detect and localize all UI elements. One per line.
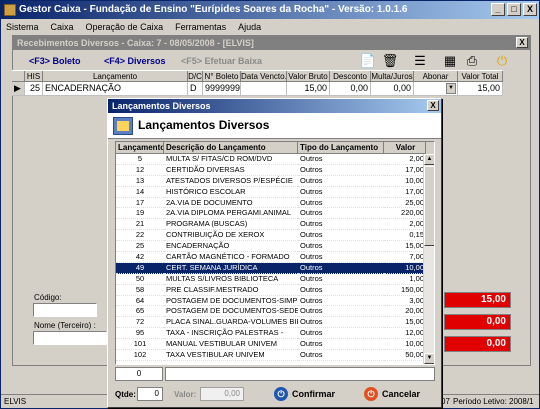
list-header: Lançamento Descrição do Lançamento Tipo … <box>116 142 434 154</box>
nome-terceiro-input[interactable] <box>33 331 107 345</box>
status-user: ELVIS <box>4 397 27 406</box>
total-field-3: 0,00 <box>444 336 511 352</box>
col-desconto: Desconto <box>330 71 371 82</box>
search-description-input[interactable] <box>165 367 435 381</box>
app-icon <box>4 4 16 16</box>
table-row[interactable]: ▶ 25 ENCADERNAÇÃO D 9999999 15,00 0,00 0… <box>12 82 503 96</box>
status-prefix: 07 <box>441 397 450 406</box>
dialog-title: Lançamentos Diversos <box>112 101 211 111</box>
qtde-label: Qtde: <box>115 390 136 399</box>
list-item[interactable]: 64 POSTAGEM DE DOCUMENTOS-SIMPLES Outros 3,… <box>116 296 434 307</box>
scroll-thumb[interactable] <box>424 166 434 246</box>
menu-operacao-de-caixa[interactable]: Operação de Caixa <box>84 19 166 35</box>
list-item[interactable]: 19 2A.VIA DIPLOMA PERGAMI.ANIMAL Outros 220… <box>116 208 434 220</box>
folder-icon <box>113 117 133 135</box>
list-item[interactable]: 58 PRE CLASSIF.MESTRADO Outros 150,00 <box>116 285 434 296</box>
list-item[interactable]: 101 MANUAL VESTIBULAR UNIVEM Outros 10,00 <box>116 339 434 351</box>
list-item[interactable]: 72 PLACA SINAL.GUARDA-VOLUMES BIB Outros 15… <box>116 317 434 329</box>
vertical-scrollbar[interactable]: ▲ ▼ <box>423 154 434 364</box>
grid-header: HIS Lançamento D/C N° Boleto Data Vencto… <box>12 70 503 82</box>
scroll-down-icon[interactable]: ▼ <box>424 353 434 364</box>
lancamentos-list[interactable]: Lançamento Descrição do Lançamento Tipo … <box>115 141 435 365</box>
list-item[interactable]: 65 POSTAGEM DE DOCUMENTOS-SEDEX Outros 20,0… <box>116 306 434 318</box>
scroll-up-icon[interactable]: ▲ <box>424 154 434 165</box>
cancel-button[interactable]: ⏻ Cancelar <box>364 385 420 403</box>
dialog-footer: Qtde: 0 Valor: 0,00 ⏻ Confirmar ⏻ Cancel… <box>108 383 441 407</box>
list-item[interactable]: 49 CERT. SEMANA JURÍDICA Outros 10,00 <box>116 262 434 274</box>
dialog-close-button[interactable]: X <box>427 100 439 111</box>
col-lancamento: Lançamento <box>116 142 164 154</box>
col-boleto: N° Boleto <box>203 71 241 82</box>
maximize-button[interactable]: □ <box>507 3 521 16</box>
boleto-button[interactable]: <F3> Boleto <box>29 56 81 66</box>
codigo-input[interactable] <box>33 303 97 317</box>
menubar: Sistema Caixa Operação de Caixa Ferramen… <box>1 19 539 35</box>
list-item[interactable]: 13 ATESTADOS DIVERSOS P/ESPÉCIE Outros 10,0… <box>116 176 434 187</box>
col-valor-bruto: Valor Bruto <box>287 71 330 82</box>
row-indicator-icon: ▶ <box>12 82 25 96</box>
confirm-button[interactable]: ⏻ Confirmar <box>274 385 335 403</box>
list-body: 5 MULTA S/ FITAS/CD ROM/DVD Outros 2,00 12 CE… <box>116 154 434 361</box>
print-icon[interactable]: ⎙ <box>463 52 481 70</box>
qtde-input[interactable]: 0 <box>137 387 163 401</box>
dialog-header: Lançamentos Diversos <box>108 113 441 139</box>
list-item[interactable]: 50 MULTAS S/LIVROS BIBLIOTECA Outros 1,00 <box>116 274 434 285</box>
col-valor: Valor <box>384 142 426 154</box>
abonar-dropdown[interactable]: ▼ <box>414 82 458 96</box>
total-field-1: 15,00 <box>444 292 511 308</box>
menu-ajuda[interactable]: Ajuda <box>236 19 263 35</box>
child-close-button[interactable]: X <box>516 37 528 48</box>
minimize-button[interactable]: _ <box>491 3 505 16</box>
col-dc: D/C <box>188 71 203 82</box>
list-item[interactable]: 22 CONTRIBUIÇÃO DE XEROX Outros 0,15 <box>116 230 434 242</box>
col-valor-total: Valor Total <box>458 71 503 82</box>
total-field-2: 0,00 <box>444 314 511 330</box>
col-abonar: Abonar <box>414 71 458 82</box>
col-his: HIS <box>25 71 43 82</box>
delete-icon[interactable]: 🗑 <box>381 52 399 70</box>
status-periodo: Período Letivo: 2008/1 <box>453 397 534 406</box>
valor-label: Valor: <box>174 390 197 399</box>
list-icon[interactable]: ☰ <box>411 52 429 70</box>
col-lancamento: Lançamento <box>43 71 188 82</box>
nome-terceiro-label: Nome (Terceiro) : <box>34 321 96 330</box>
lancamentos-dialog: Lançamentos Diversos X Lançamentos Diver… <box>107 98 442 408</box>
valor-input[interactable]: 0,00 <box>200 387 244 401</box>
efetuar-baixa-button[interactable]: <F5> Efetuar Baixa <box>181 56 262 66</box>
list-item[interactable]: 5 MULTA S/ FITAS/CD ROM/DVD Outros 2,00 <box>116 154 434 165</box>
list-item[interactable]: 21 PROGRAMA (BUSCAS) Outros 2,00 <box>116 219 434 231</box>
search-row: 0 <box>115 367 435 381</box>
list-item[interactable]: 25 ENCADERNAÇÃO Outros 15,00 <box>116 241 434 253</box>
power-icon: ⏻ <box>274 387 288 401</box>
menu-ferramentas[interactable]: Ferramentas <box>173 19 228 35</box>
dialog-titlebar: Lançamentos Diversos X <box>108 99 441 113</box>
list-item[interactable]: 12 CERTIDÃO DIVERSAS Outros 17,00 <box>116 165 434 176</box>
col-data-vencto: Data Vencto. <box>241 71 287 82</box>
menu-caixa[interactable]: Caixa <box>49 19 76 35</box>
list-item[interactable]: 17 2A.VIA DE DOCUMENTO Outros 25,00 <box>116 198 434 209</box>
child-titlebar: Recebimentos Diversos - Caixa: 7 - 08/05… <box>13 36 530 50</box>
col-multa-juros: Multa/Juros <box>371 71 414 82</box>
dialog-header-title: Lançamentos Diversos <box>138 118 270 132</box>
list-item[interactable]: 42 CARTÃO MAGNÉTICO - FORMADO Outros 7,00 <box>116 252 434 263</box>
search-code-input[interactable]: 0 <box>115 367 163 381</box>
menu-sistema[interactable]: Sistema <box>4 19 41 35</box>
exit-icon[interactable]: ⏻ <box>493 52 511 70</box>
col-descricao: Descrição do Lançamento <box>164 142 298 154</box>
new-document-icon[interactable]: 📄 <box>359 52 377 70</box>
codigo-label: Código: <box>34 293 62 302</box>
list-item[interactable]: 95 TAXA - INSCRIÇÃO PALESTRAS - Outros 12,0… <box>116 328 434 340</box>
diversos-button[interactable]: <F4> Diversos <box>104 56 166 66</box>
cancel-icon: ⏻ <box>364 387 378 401</box>
list-item[interactable]: 102 TAXA VESTIBULAR UNIVEM Outros 50,00 <box>116 350 434 361</box>
close-button[interactable]: X <box>523 3 537 16</box>
list-item[interactable]: 14 HISTÓRICO ESCOLAR Outros 17,00 <box>116 187 434 198</box>
child-title: Recebimentos Diversos - Caixa: 7 - 08/05… <box>17 38 254 48</box>
dropdown-arrow-icon[interactable]: ▼ <box>446 83 456 94</box>
main-titlebar: Gestor Caixa - Fundação de Ensino "Euríp… <box>1 1 539 19</box>
calculator-icon[interactable]: ▦ <box>441 52 459 70</box>
window-title: Gestor Caixa - Fundação de Ensino "Euríp… <box>19 4 408 15</box>
col-tipo: Tipo do Lançamento <box>298 142 384 154</box>
